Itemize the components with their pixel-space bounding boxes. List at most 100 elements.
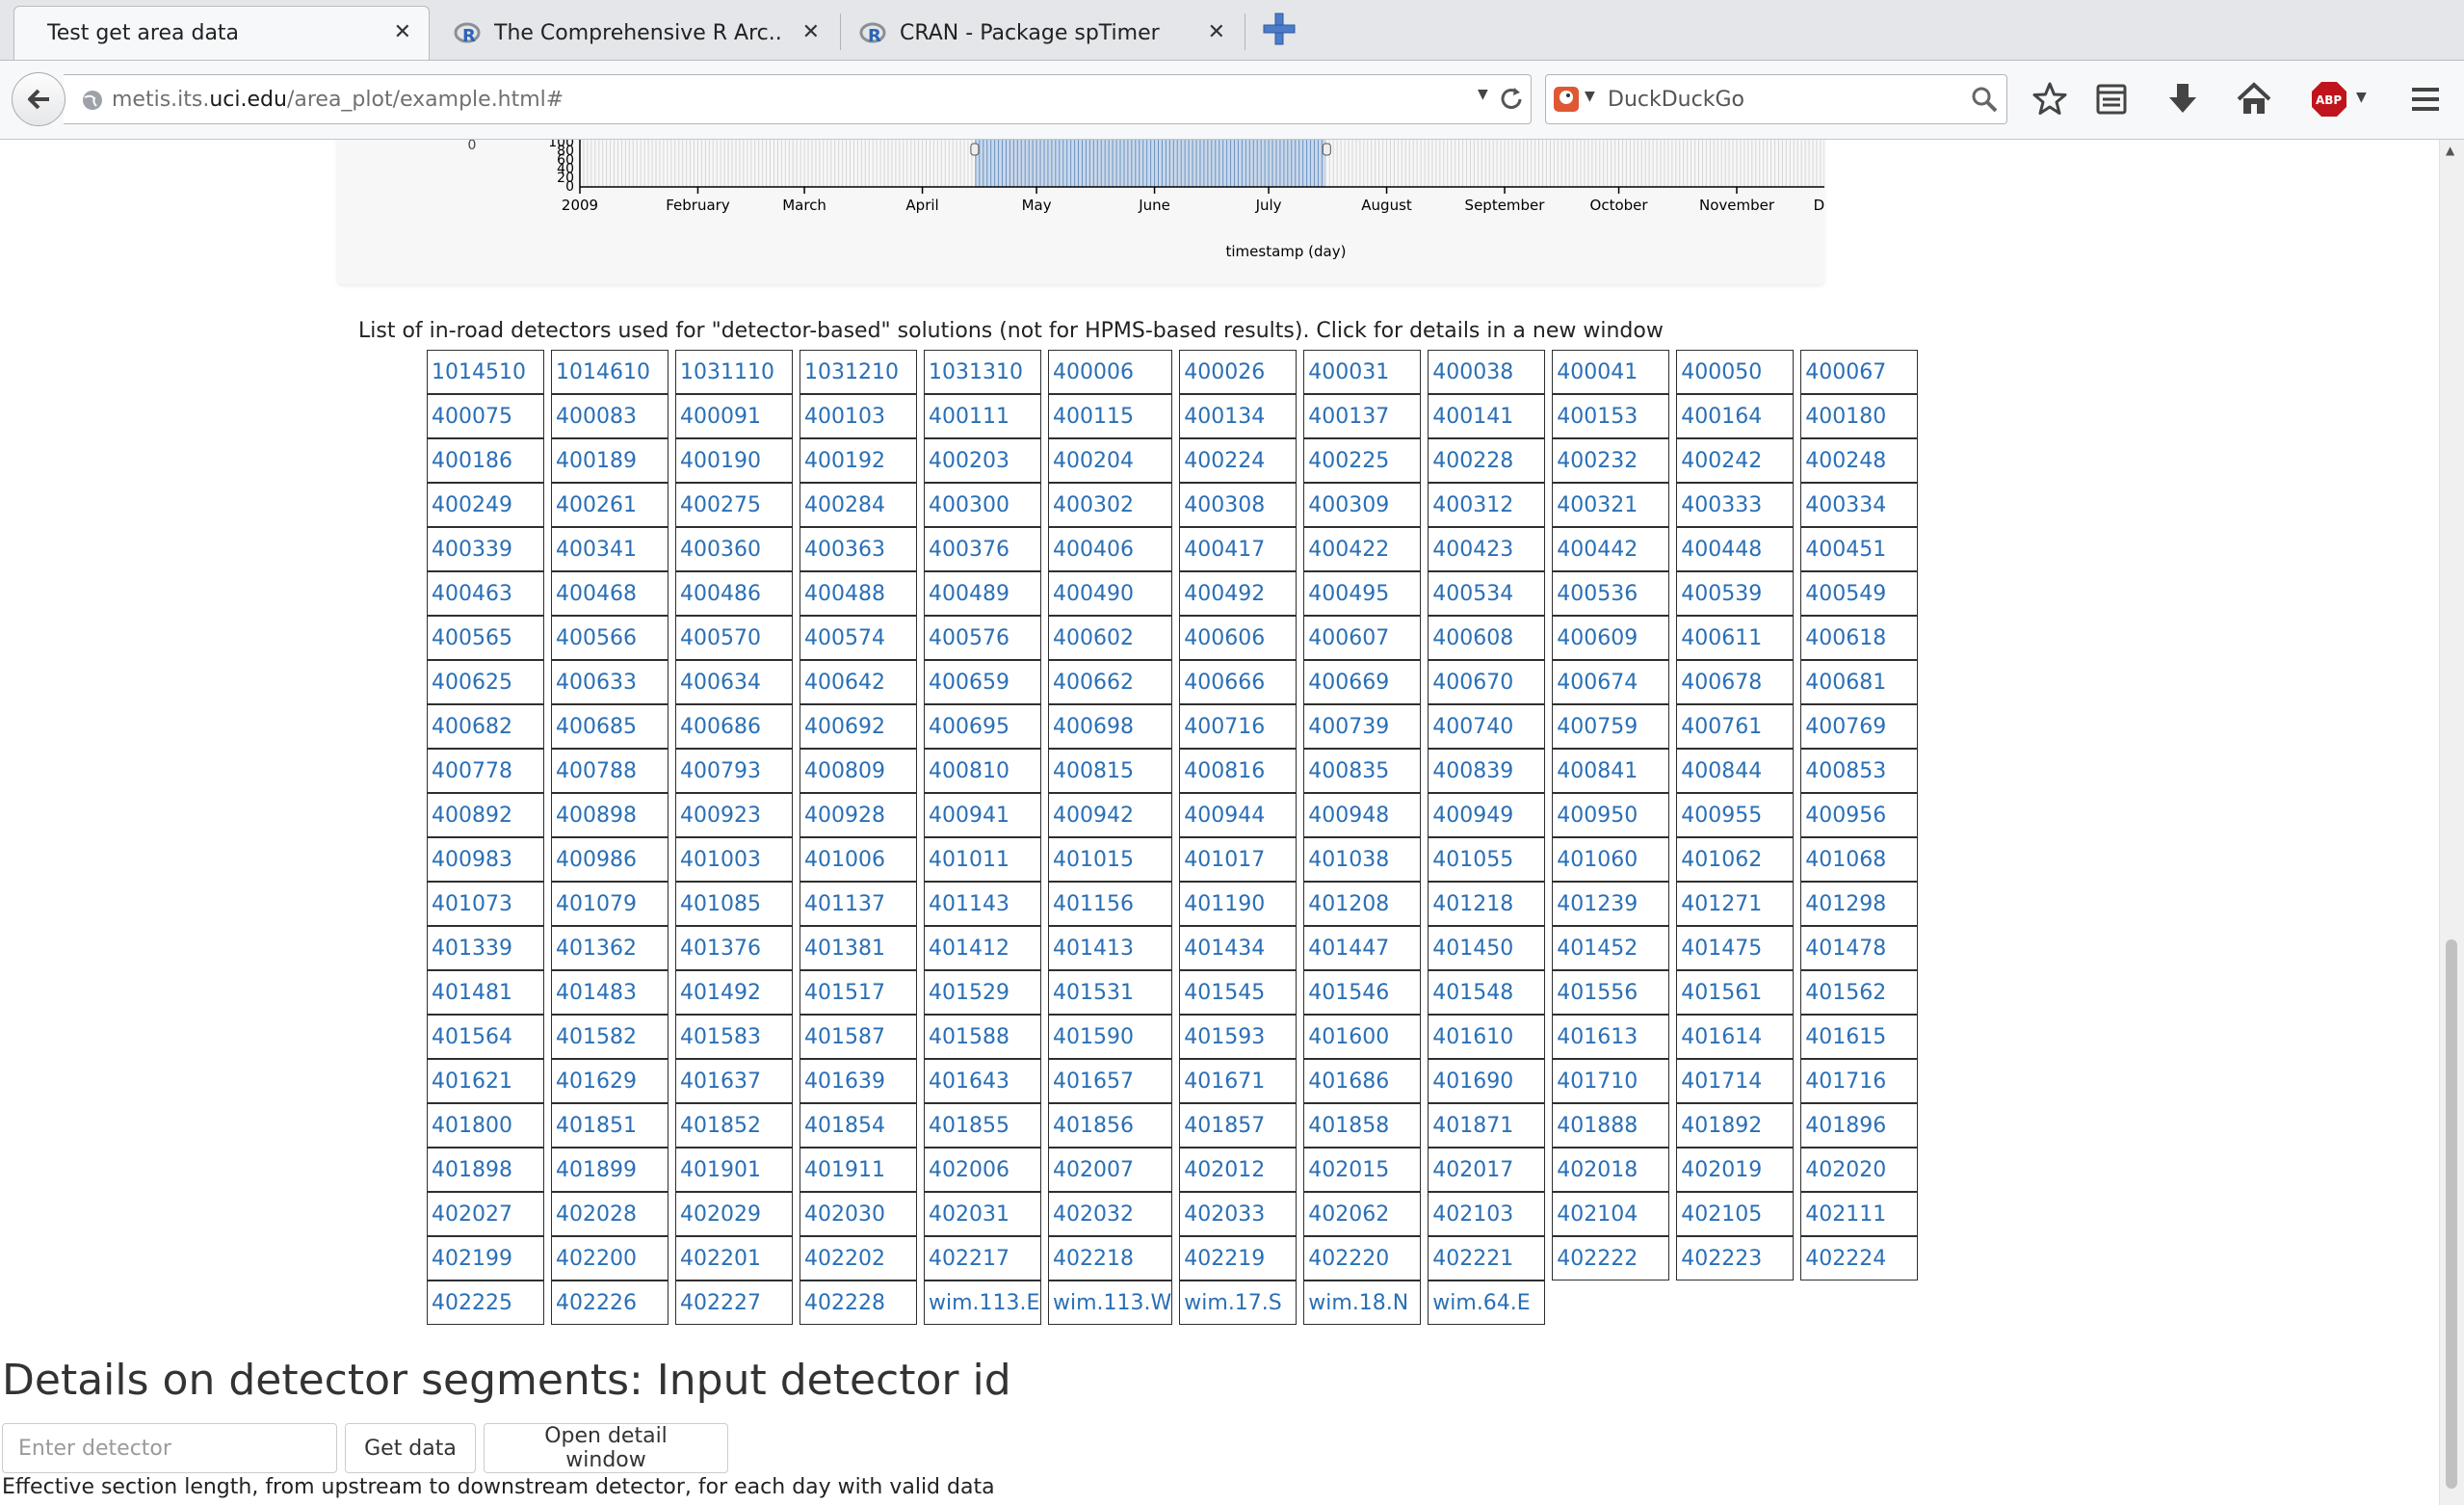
detector-link[interactable]: 401710 xyxy=(1557,1069,1638,1094)
detector-link[interactable]: 400853 xyxy=(1805,759,1886,783)
detector-link[interactable]: wim.17.S xyxy=(1184,1291,1281,1315)
detector-link[interactable]: 400608 xyxy=(1432,626,1513,650)
detector-link[interactable]: 400026 xyxy=(1184,360,1265,384)
detector-link[interactable]: 401143 xyxy=(929,892,1009,916)
detector-link[interactable]: 401561 xyxy=(1681,981,1762,1005)
scroll-up-icon[interactable]: ▲ xyxy=(2446,144,2454,157)
detector-link[interactable]: 400075 xyxy=(432,405,512,429)
detector-link[interactable]: 400153 xyxy=(1557,405,1638,429)
detector-link[interactable]: 400602 xyxy=(1053,626,1134,650)
detector-link[interactable]: 401564 xyxy=(432,1025,512,1049)
detector-link[interactable]: 400928 xyxy=(804,804,885,828)
detector-link[interactable]: 400809 xyxy=(804,759,885,783)
detector-link[interactable]: 400949 xyxy=(1432,804,1513,828)
detector-link[interactable]: 400225 xyxy=(1308,449,1389,473)
detector-link[interactable]: 400360 xyxy=(680,538,761,562)
detector-link[interactable]: 401239 xyxy=(1557,892,1638,916)
detector-link[interactable]: 401610 xyxy=(1432,1025,1513,1049)
detector-link[interactable]: 400682 xyxy=(432,715,512,739)
detector-link[interactable]: 401017 xyxy=(1184,848,1265,872)
detector-link[interactable]: 401218 xyxy=(1432,892,1513,916)
bookmark-star-icon[interactable] xyxy=(2031,80,2069,119)
close-tab-icon[interactable]: ✕ xyxy=(1208,20,1225,44)
detector-link[interactable]: 401613 xyxy=(1557,1025,1638,1049)
detector-link[interactable]: 400956 xyxy=(1805,804,1886,828)
detector-link[interactable]: 400186 xyxy=(432,449,512,473)
detector-link[interactable]: 400284 xyxy=(804,493,885,517)
detector-link[interactable]: 401483 xyxy=(556,981,637,1005)
detector-link[interactable]: 400633 xyxy=(556,671,637,695)
detector-link[interactable]: 402028 xyxy=(556,1202,637,1227)
detector-link[interactable]: 400442 xyxy=(1557,538,1638,562)
detector-link[interactable]: 400835 xyxy=(1308,759,1389,783)
detector-link[interactable]: 400810 xyxy=(929,759,1009,783)
detector-link[interactable]: 401716 xyxy=(1805,1069,1886,1094)
detector-link[interactable]: 401800 xyxy=(432,1114,512,1138)
detector-link[interactable]: 401137 xyxy=(804,892,885,916)
detector-link[interactable]: 401190 xyxy=(1184,892,1265,916)
detector-link[interactable]: 400607 xyxy=(1308,626,1389,650)
detector-link[interactable]: 400495 xyxy=(1308,582,1389,606)
detector-link[interactable]: 400942 xyxy=(1053,804,1134,828)
detector-link[interactable]: 401003 xyxy=(680,848,761,872)
detector-link[interactable]: 400570 xyxy=(680,626,761,650)
detector-link[interactable]: 401478 xyxy=(1805,937,1886,961)
detector-link[interactable]: 400406 xyxy=(1053,538,1134,562)
detector-link[interactable]: 400692 xyxy=(804,715,885,739)
tab-test-get-area-data[interactable]: Test get area data ✕ xyxy=(13,6,430,60)
detector-link[interactable]: 400986 xyxy=(556,848,637,872)
detector-link[interactable]: 401690 xyxy=(1432,1069,1513,1094)
detector-link[interactable]: 400248 xyxy=(1805,449,1886,473)
detector-link[interactable]: 401015 xyxy=(1053,848,1134,872)
detector-link[interactable]: 400309 xyxy=(1308,493,1389,517)
detector-link[interactable]: 401060 xyxy=(1557,848,1638,872)
detector-link[interactable]: 402062 xyxy=(1308,1202,1389,1227)
detector-link[interactable]: 401852 xyxy=(680,1114,761,1138)
detector-link[interactable]: 401055 xyxy=(1432,848,1513,872)
detector-link[interactable]: 400944 xyxy=(1184,804,1265,828)
detector-link[interactable]: 400716 xyxy=(1184,715,1265,739)
detector-link[interactable]: 400363 xyxy=(804,538,885,562)
detector-link[interactable]: 402030 xyxy=(804,1202,885,1227)
detector-link[interactable]: 401298 xyxy=(1805,892,1886,916)
detector-link[interactable]: 400341 xyxy=(556,538,637,562)
detector-link[interactable]: 400761 xyxy=(1681,715,1762,739)
detector-link[interactable]: 400463 xyxy=(432,582,512,606)
detector-link[interactable]: 400141 xyxy=(1432,405,1513,429)
detector-link[interactable]: 400695 xyxy=(929,715,1009,739)
detector-link[interactable]: 401855 xyxy=(929,1114,1009,1138)
get-data-button[interactable]: Get data xyxy=(345,1423,476,1473)
detector-link[interactable]: 401899 xyxy=(556,1158,637,1182)
detector-link[interactable]: 400312 xyxy=(1432,493,1513,517)
detector-link[interactable]: 400892 xyxy=(432,804,512,828)
brush-left-handle[interactable] xyxy=(970,143,980,156)
detector-link[interactable]: 402201 xyxy=(680,1247,761,1271)
download-icon[interactable] xyxy=(2163,80,2202,119)
detector-link[interactable]: 400839 xyxy=(1432,759,1513,783)
detector-link[interactable]: 400134 xyxy=(1184,405,1265,429)
detector-link[interactable]: 401600 xyxy=(1308,1025,1389,1049)
detector-link[interactable]: 401208 xyxy=(1308,892,1389,916)
detector-link[interactable]: 1031210 xyxy=(804,360,899,384)
detector-link[interactable]: 402224 xyxy=(1805,1247,1886,1271)
detector-link[interactable]: 400670 xyxy=(1432,671,1513,695)
tab-cran-package-sptimer[interactable]: R CRAN - Package spTimer ✕ xyxy=(841,6,1244,60)
detector-link[interactable]: 401073 xyxy=(432,892,512,916)
detector-link[interactable]: 400376 xyxy=(929,538,1009,562)
detector-link[interactable]: 401079 xyxy=(556,892,637,916)
detector-link[interactable]: 401857 xyxy=(1184,1114,1265,1138)
detector-link[interactable]: 400164 xyxy=(1681,405,1762,429)
detector-link[interactable]: 400609 xyxy=(1557,626,1638,650)
detector-link[interactable]: 402027 xyxy=(432,1202,512,1227)
detector-link[interactable]: 402103 xyxy=(1432,1202,1513,1227)
timeline-chart[interactable]: 1008060402002009 February March April May Jun… xyxy=(337,140,1824,284)
detector-link[interactable]: 1031310 xyxy=(929,360,1023,384)
detector-link[interactable]: 400067 xyxy=(1805,360,1886,384)
detector-link[interactable]: 402227 xyxy=(680,1291,761,1315)
detector-link[interactable]: wim.113.E xyxy=(929,1291,1039,1315)
detector-link[interactable]: 400759 xyxy=(1557,715,1638,739)
detector-link[interactable]: 401068 xyxy=(1805,848,1886,872)
detector-link[interactable]: 400302 xyxy=(1053,493,1134,517)
detector-link[interactable]: 400488 xyxy=(804,582,885,606)
detector-link[interactable]: 401657 xyxy=(1053,1069,1134,1094)
